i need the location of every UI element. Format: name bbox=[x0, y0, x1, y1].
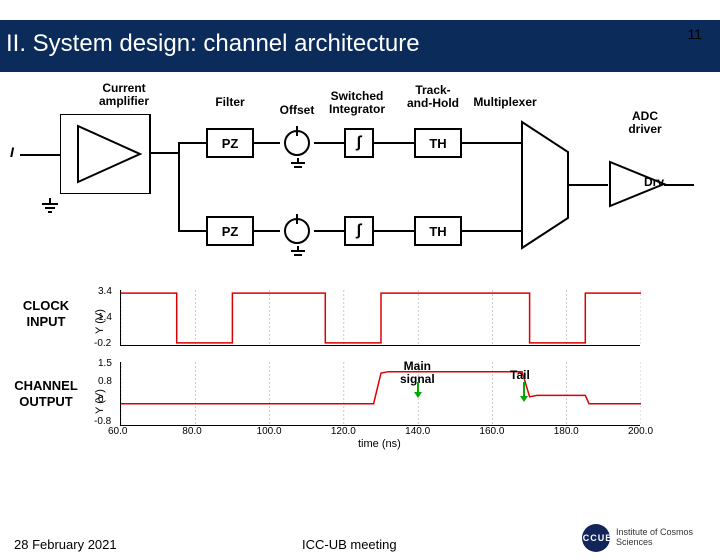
pz-block-bottom: PZ bbox=[206, 216, 254, 246]
channel-diagram: Current amplifier Filter Offset Switched… bbox=[10, 80, 710, 280]
arrow-down-icon bbox=[518, 382, 530, 402]
label-filter: Filter bbox=[205, 96, 255, 109]
footer-logo: ICCUB Institute of Cosmos Sciences bbox=[582, 524, 706, 552]
xtick: 140.0 bbox=[405, 426, 430, 437]
offset-summing-top bbox=[280, 126, 314, 160]
ytick: 0 bbox=[98, 394, 104, 405]
ytick: 3.4 bbox=[98, 286, 112, 297]
label-multiplexer: Multiplexer bbox=[465, 96, 545, 109]
ground-icon bbox=[288, 246, 308, 260]
page-title: II. System design: channel architecture bbox=[0, 20, 720, 72]
th-block-bottom: TH bbox=[414, 216, 462, 246]
xtick: 180.0 bbox=[554, 426, 579, 437]
footer: 28 February 2021 ICC-UB meeting ICCUB In… bbox=[0, 524, 720, 552]
xtick: 200.0 bbox=[628, 426, 653, 437]
th-block-top: TH bbox=[414, 128, 462, 158]
offset-summing-bottom bbox=[280, 214, 314, 248]
input-current-label: I bbox=[10, 145, 14, 160]
logo-icon: ICCUB bbox=[582, 524, 610, 552]
xtick: 160.0 bbox=[479, 426, 504, 437]
label-adc-driver: ADC driver bbox=[620, 110, 670, 136]
label-track-and-hold: Track- and-Hold bbox=[398, 84, 468, 110]
xtick: 120.0 bbox=[331, 426, 356, 437]
channel-output-label: CHANNEL OUTPUT bbox=[6, 378, 86, 409]
xtick: 60.0 bbox=[108, 426, 127, 437]
integrator-block-top: ∫ bbox=[344, 128, 374, 158]
label-switched-integrator: Switched Integrator bbox=[322, 90, 392, 116]
ground-icon bbox=[288, 158, 308, 172]
footer-meeting: ICC-UB meeting bbox=[302, 537, 397, 552]
label-offset: Offset bbox=[272, 104, 322, 117]
pz-block-top: PZ bbox=[206, 128, 254, 158]
tail-annotation: Tail bbox=[510, 368, 530, 382]
multiplexer-symbol bbox=[520, 120, 570, 250]
ytick: 0.8 bbox=[98, 376, 112, 387]
clock-plot-frame bbox=[120, 290, 640, 346]
amplifier-symbol bbox=[60, 114, 180, 194]
label-current-amplifier: Current amplifier bbox=[84, 82, 164, 108]
xtick: 80.0 bbox=[182, 426, 201, 437]
slide-number: 11 bbox=[687, 26, 702, 42]
ytick: -0.2 bbox=[94, 338, 111, 349]
integrator-block-bottom: ∫ bbox=[344, 216, 374, 246]
footer-date: 28 February 2021 bbox=[14, 537, 117, 552]
waveform-plots: CLOCK INPUT CHANNEL OUTPUT Y (V) 3.4 1.4… bbox=[90, 286, 710, 456]
clock-input-label: CLOCK INPUT bbox=[6, 298, 86, 329]
x-axis-label: time (ns) bbox=[358, 438, 401, 450]
arrow-down-icon bbox=[412, 382, 424, 398]
xtick: 100.0 bbox=[257, 426, 282, 437]
ytick: 1.4 bbox=[98, 312, 112, 323]
logo-subtitle: Institute of Cosmos Sciences bbox=[616, 528, 706, 548]
ground-icon bbox=[40, 198, 60, 214]
ytick: 1.5 bbox=[98, 358, 112, 369]
output-plot-frame bbox=[120, 362, 640, 426]
driver-label: Drv bbox=[644, 176, 664, 189]
